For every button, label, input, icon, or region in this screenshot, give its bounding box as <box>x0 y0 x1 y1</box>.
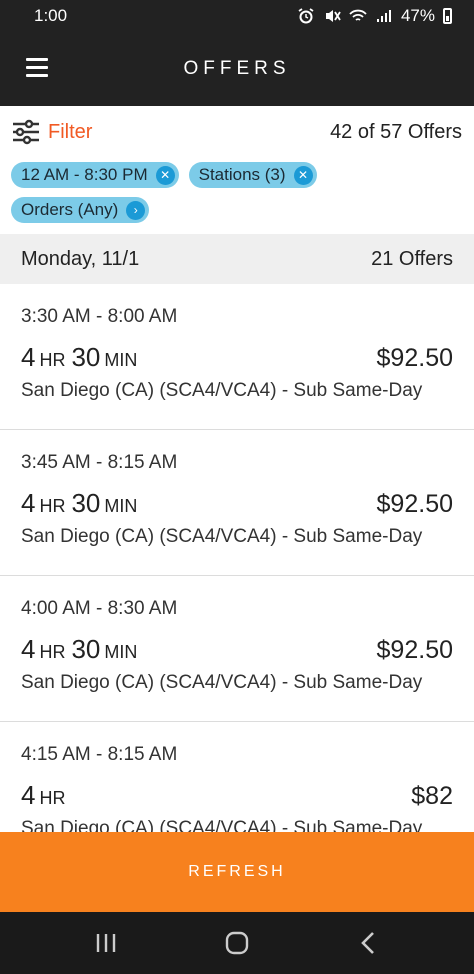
offer-duration: 4 HR 30 MIN <box>21 488 143 519</box>
filter-label: Filter <box>48 120 93 143</box>
hamburger-menu-icon[interactable] <box>26 58 48 78</box>
offer-card[interactable]: 3:30 AM - 8:00 AM 4 HR 30 MIN $92.50 San Di… <box>0 284 474 430</box>
filter-button[interactable]: Filter <box>12 119 92 145</box>
offer-card[interactable]: 4:00 AM - 8:30 AM 4 HR 30 MIN $92.50 San Di… <box>0 576 474 722</box>
battery-icon <box>443 8 452 24</box>
refresh-button[interactable]: REFRESH <box>0 832 474 912</box>
offer-duration: 4 HR 30 MIN <box>21 342 143 373</box>
duration-min-unit: MIN <box>104 642 138 662</box>
duration-minutes: 30 <box>71 342 101 372</box>
duration-hr-unit: HR <box>39 788 66 808</box>
battery-percent: 47% <box>400 6 435 25</box>
offer-price: $82 <box>411 782 453 810</box>
offer-list: 3:30 AM - 8:00 AM 4 HR 30 MIN $92.50 San Di… <box>0 284 474 868</box>
sliders-icon <box>13 119 39 145</box>
back-icon[interactable] <box>348 923 388 963</box>
offer-price: $92.50 <box>376 344 453 372</box>
chip-label: 12 AM - 8:30 PM <box>21 165 148 184</box>
close-icon[interactable]: ✕ <box>293 165 313 185</box>
offer-duration: 4 HR 30 MIN <box>21 634 143 665</box>
offer-card[interactable]: 3:45 AM - 8:15 AM 4 HR 30 MIN $92.50 San Di… <box>0 430 474 576</box>
home-icon[interactable] <box>217 923 257 963</box>
system-nav-bar <box>0 912 474 974</box>
status-bar: 1:00 47% <box>0 0 474 32</box>
offer-duration: 4 HR <box>21 780 81 811</box>
status-time: 1:00 <box>34 6 68 25</box>
offer-time: 3:45 AM - 8:15 AM <box>21 452 178 473</box>
wifi-icon <box>349 9 367 21</box>
chip-orders[interactable]: Orders (Any) › <box>11 197 150 223</box>
page-title: OFFERS <box>183 58 291 79</box>
duration-hr-unit: HR <box>39 642 66 662</box>
filter-bar: Filter 42 of 57 Offers <box>0 106 474 158</box>
day-header: Monday, 11/1 21 Offers <box>0 234 474 284</box>
offer-time: 4:15 AM - 8:15 AM <box>21 744 178 765</box>
app-bar: OFFERS <box>0 32 474 106</box>
offer-station: San Diego (CA) (SCA4/VCA4) - Sub Same-Da… <box>21 380 423 401</box>
chevron-right-icon[interactable]: › <box>126 200 146 220</box>
chip-stations[interactable]: Stations (3) ✕ <box>188 162 317 188</box>
duration-hr-unit: HR <box>39 350 66 370</box>
day-offer-count: 21 Offers <box>371 247 453 270</box>
offer-price: $92.50 <box>376 490 453 518</box>
duration-min-unit: MIN <box>104 496 138 516</box>
duration-minutes: 30 <box>71 634 101 664</box>
chip-label: Stations (3) <box>198 165 286 184</box>
offers-count: 42 of 57 Offers <box>330 120 462 143</box>
duration-hours: 4 <box>21 634 36 664</box>
recents-icon[interactable] <box>86 923 126 963</box>
offer-price: $92.50 <box>376 636 453 664</box>
offer-station: San Diego (CA) (SCA4/VCA4) - Sub Same-Da… <box>21 672 423 693</box>
filter-chips: 12 AM - 8:30 PM ✕ Stations (3) ✕ Orders … <box>11 162 466 232</box>
duration-hours: 4 <box>21 780 36 810</box>
duration-hours: 4 <box>21 488 36 518</box>
alarm-icon <box>298 8 314 24</box>
duration-min-unit: MIN <box>104 350 138 370</box>
mute-icon <box>325 10 341 22</box>
duration-hr-unit: HR <box>39 496 66 516</box>
chip-time-range[interactable]: 12 AM - 8:30 PM ✕ <box>11 162 179 188</box>
offer-time: 4:00 AM - 8:30 AM <box>21 598 178 619</box>
offer-time: 3:30 AM - 8:00 AM <box>21 306 178 327</box>
close-icon[interactable]: ✕ <box>155 165 175 185</box>
signal-icon <box>376 10 391 22</box>
offer-station: San Diego (CA) (SCA4/VCA4) - Sub Same-Da… <box>21 526 423 547</box>
duration-hours: 4 <box>21 342 36 372</box>
duration-minutes: 30 <box>71 488 101 518</box>
chip-label: Orders (Any) <box>21 200 119 219</box>
status-icons: 47% <box>297 6 452 26</box>
day-label: Monday, 11/1 <box>21 247 140 270</box>
